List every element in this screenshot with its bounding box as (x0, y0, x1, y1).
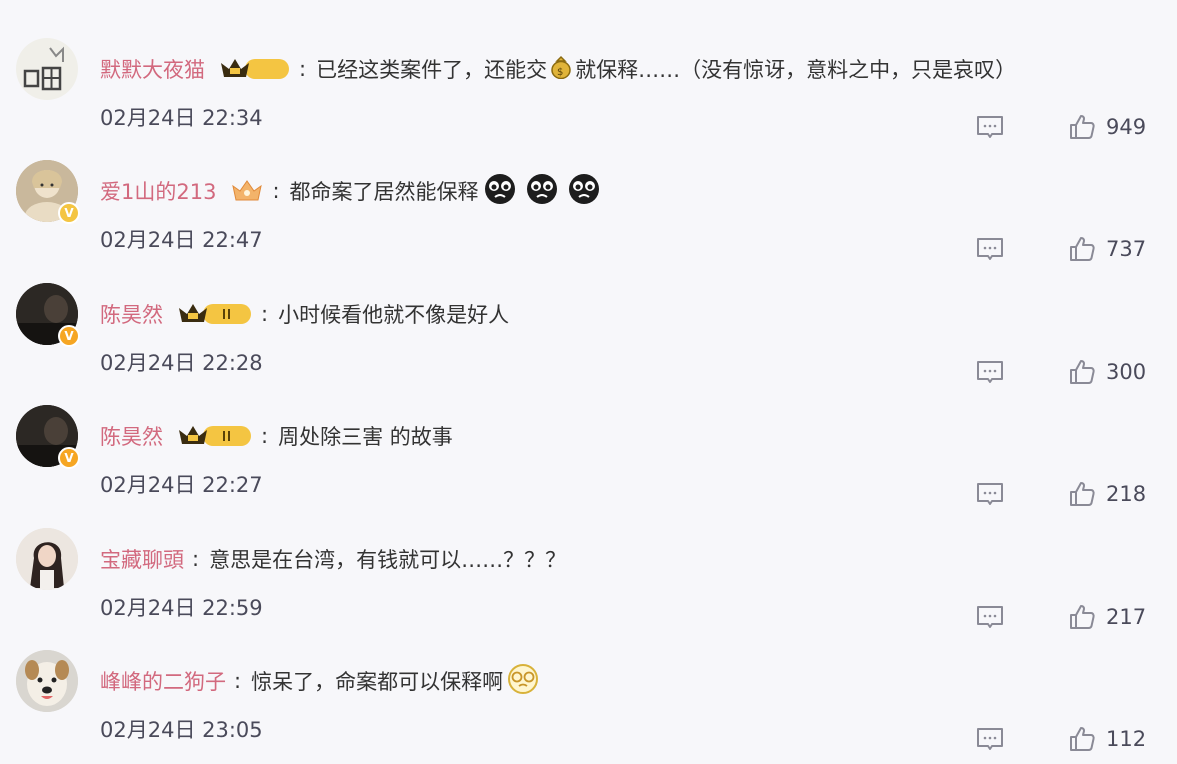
thumbs-up-icon (1070, 482, 1095, 506)
avatar[interactable] (16, 38, 78, 100)
reply-icon[interactable] (975, 236, 1005, 264)
like-count: 217 (1106, 605, 1147, 629)
comment-time: 02月24日 22:27 (100, 473, 263, 497)
comment-item: V 陈昊然 : 周处除三害 的故事 02月24日 22:27 218 (0, 397, 1177, 519)
crying-face-icon (482, 173, 518, 210)
avatar[interactable]: V (16, 160, 80, 224)
comment-text-continued: 就保释……（没有惊讶，意料之中，只是哀叹） (575, 58, 1017, 82)
reply-icon[interactable] (975, 726, 1005, 754)
comment-text: 惊呆了，命案都可以保释啊 (251, 670, 504, 694)
like-count: 112 (1106, 727, 1147, 751)
comment-text: 已经这类案件了，还能交 (316, 58, 548, 82)
comment-time: 02月24日 22:28 (100, 351, 263, 375)
crying-face-icon (566, 173, 602, 210)
comment-text: 都命案了居然能保释 (289, 180, 479, 204)
member-badge (219, 55, 291, 83)
thumbs-up-icon (1070, 115, 1095, 139)
comment-text: 意思是在台湾，有钱就可以……？？？ (209, 548, 567, 572)
like-count: 949 (1106, 115, 1147, 139)
username[interactable]: 爱1山的213 (100, 176, 216, 206)
comment-item: 宝藏聊頭 : 意思是在台湾，有钱就可以……？？？ 02月24日 22:59 21… (0, 520, 1177, 642)
username[interactable]: 宝藏聊頭 (100, 544, 184, 574)
money-bag-icon: $ (550, 55, 572, 84)
reply-icon[interactable] (975, 114, 1005, 142)
like-button[interactable]: 112 (1068, 724, 1146, 754)
like-button[interactable]: 218 (1068, 479, 1146, 509)
comment-time: 02月24日 23:05 (100, 718, 263, 742)
comment-item: V 陈昊然 : 小时候看他就不像是好人 02月24日 22:28 300 (0, 275, 1177, 397)
like-button[interactable]: 949 (1068, 112, 1146, 142)
reply-icon[interactable] (975, 481, 1005, 509)
thumbs-up-icon (1070, 237, 1095, 261)
like-count: 737 (1106, 237, 1147, 261)
comment-item: 峰峰的二狗子 : 惊呆了，命案都可以保释啊 02月24日 23:05 112 (0, 642, 1177, 764)
avatar[interactable] (16, 650, 78, 712)
like-count: 300 (1106, 360, 1147, 384)
like-button[interactable]: 737 (1068, 234, 1146, 264)
username[interactable]: 陈昊然 (100, 299, 163, 329)
username[interactable]: 默默大夜猫 (100, 54, 205, 84)
verified-badge-icon: V (58, 447, 80, 469)
crown-badge-icon (230, 178, 264, 204)
svg-text:$: $ (557, 67, 563, 78)
dizzy-face-icon (506, 663, 540, 700)
like-button[interactable]: 217 (1068, 602, 1146, 632)
comment-text: 小时候看他就不像是好人 (278, 303, 510, 327)
comment-time: 02月24日 22:34 (100, 106, 263, 130)
verified-badge-icon: V (58, 202, 80, 224)
member-badge (177, 422, 253, 450)
reply-icon[interactable] (975, 359, 1005, 387)
thumbs-up-icon (1070, 360, 1095, 384)
comment-list: 默默大夜猫 : 已经这类案件了，还能交 $ 就保释……（没有惊讶，意料之中，只是… (0, 0, 1177, 763)
thumbs-up-icon (1070, 605, 1095, 629)
comment-item: 默默大夜猫 : 已经这类案件了，还能交 $ 就保释……（没有惊讶，意料之中，只是… (0, 30, 1177, 152)
avatar[interactable] (16, 528, 78, 590)
member-badge (177, 300, 253, 328)
crying-face-icon (524, 173, 560, 210)
avatar[interactable]: V (16, 283, 80, 347)
verified-badge-icon: V (58, 325, 80, 347)
reply-icon[interactable] (975, 604, 1005, 632)
comment-time: 02月24日 22:47 (100, 228, 263, 252)
username[interactable]: 峰峰的二狗子 (100, 666, 226, 696)
avatar[interactable]: V (16, 405, 80, 469)
comment-text: 周处除三害 的故事 (278, 425, 453, 449)
comment-item: V 爱1山的213 : 都命案了居然能保释 02月24日 22:47 737 (0, 152, 1177, 274)
like-button[interactable]: 300 (1068, 357, 1146, 387)
comment-time: 02月24日 22:59 (100, 596, 263, 620)
like-count: 218 (1106, 482, 1147, 506)
username[interactable]: 陈昊然 (100, 421, 163, 451)
thumbs-up-icon (1070, 727, 1095, 751)
